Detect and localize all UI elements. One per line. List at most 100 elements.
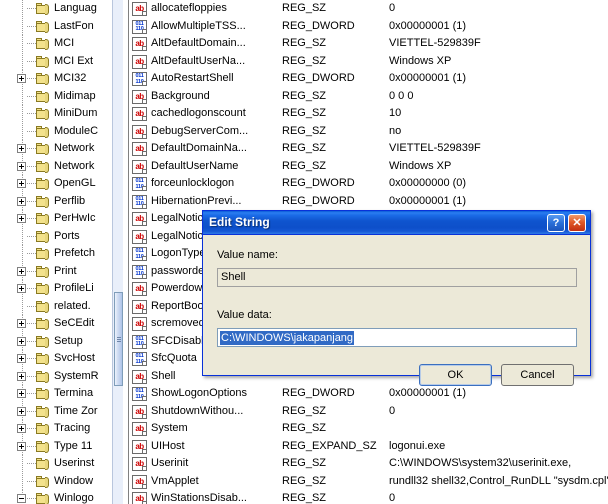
tree-item[interactable]: related. bbox=[0, 297, 112, 315]
tree-item[interactable]: Winlogo bbox=[0, 490, 112, 504]
tree-item[interactable]: ProfileLi bbox=[0, 280, 112, 298]
value-name-cell: allocatefloppies bbox=[151, 2, 227, 14]
table-row[interactable]: ab VmApplet REG_SZ rundll32 shell32,Control… bbox=[130, 473, 608, 491]
expand-icon[interactable] bbox=[17, 389, 26, 398]
expand-icon[interactable] bbox=[17, 161, 26, 171]
dword-value-icon: 011 110 bbox=[132, 19, 147, 34]
expand-icon[interactable] bbox=[17, 336, 26, 346]
table-row[interactable]: 011 110 forceunlocklogon REG_DWORD 0x0000000… bbox=[130, 175, 608, 193]
tree-item-label: Tracing bbox=[54, 422, 91, 434]
tree-item[interactable]: Setup bbox=[0, 332, 112, 350]
dialog-title-bar[interactable]: Edit String ? ✕ bbox=[203, 211, 590, 235]
tree-item[interactable]: Time Zor bbox=[0, 402, 112, 420]
collapse-icon[interactable] bbox=[17, 494, 26, 503]
string-value-icon: ab bbox=[132, 159, 147, 174]
string-value-icon: ab bbox=[132, 89, 147, 104]
tree-item[interactable]: MiniDum bbox=[0, 105, 112, 123]
value-name-cell: System bbox=[151, 422, 188, 434]
edit-string-dialog: Edit String ? ✕ Value name: Shell Value … bbox=[202, 210, 591, 386]
table-row[interactable]: 011 110 HibernationPrevi... REG_DWORD 0x0000… bbox=[130, 193, 608, 211]
table-row[interactable]: ab WinStationsDisab... REG_SZ 0 bbox=[130, 490, 608, 504]
table-row[interactable]: 011 110 AllowMultipleTSS... REG_DWORD 0x0000… bbox=[130, 18, 608, 36]
expand-icon[interactable] bbox=[17, 179, 26, 188]
cancel-button[interactable]: Cancel bbox=[501, 364, 574, 386]
table-row[interactable]: ab DebugServerCom... REG_SZ no bbox=[130, 123, 608, 141]
expand-icon[interactable] bbox=[17, 319, 26, 328]
value-type-cell: REG_SZ bbox=[282, 404, 327, 417]
table-row[interactable]: 011 110 AutoRestartShell REG_DWORD 0x0000000… bbox=[130, 70, 608, 88]
tree-item-label: MCI bbox=[54, 37, 75, 49]
value-name-cell: Shell bbox=[151, 369, 176, 382]
expand-icon[interactable] bbox=[17, 424, 26, 433]
tree-item[interactable]: MCI bbox=[0, 35, 112, 53]
tree-vertical-scrollbar[interactable] bbox=[112, 0, 123, 504]
tree-item[interactable]: Network bbox=[0, 157, 112, 175]
expand-icon[interactable] bbox=[17, 441, 26, 451]
value-data-input[interactable]: C:\WINDOWS\jakapanjang bbox=[217, 328, 577, 347]
expand-icon[interactable] bbox=[17, 196, 26, 206]
tree-item[interactable]: Languag bbox=[0, 0, 112, 18]
table-row[interactable]: 011 110 ShowLogonOptions REG_DWORD 0x0000000… bbox=[130, 385, 608, 403]
tree-item[interactable]: ModuleC bbox=[0, 122, 112, 140]
string-value-icon: ab bbox=[132, 317, 147, 331]
dword-value-icon: 011 110 bbox=[132, 177, 147, 191]
expand-icon[interactable] bbox=[17, 214, 26, 223]
folder-icon bbox=[36, 195, 50, 208]
expand-icon[interactable] bbox=[17, 144, 26, 153]
tree-item[interactable]: Tracing bbox=[0, 420, 112, 438]
value-data-cell: 0x00000001 (1) bbox=[389, 19, 467, 32]
tree-item[interactable]: Termina bbox=[0, 385, 112, 403]
table-row[interactable]: ab allocatefloppies REG_SZ 0 bbox=[130, 0, 608, 18]
folder-icon bbox=[36, 458, 50, 470]
tree-item-label: Ports bbox=[54, 229, 80, 242]
expand-icon[interactable] bbox=[17, 266, 26, 276]
tree-item[interactable]: Midimap bbox=[0, 87, 112, 105]
close-icon[interactable]: ✕ bbox=[568, 214, 586, 232]
tree-item-label: SvcHost bbox=[54, 352, 95, 364]
tree-scrollbar-thumb[interactable] bbox=[114, 292, 123, 386]
table-row[interactable]: ab Userinit REG_SZ C:\WINDOWS\system32\user… bbox=[130, 455, 608, 473]
expand-icon[interactable] bbox=[17, 354, 26, 363]
folder-icon bbox=[36, 318, 50, 330]
table-row[interactable]: ab DefaultUserName REG_SZ Windows XP bbox=[130, 158, 608, 176]
tree-item[interactable]: MCI Ext bbox=[0, 52, 112, 70]
tree-item[interactable]: MCI32 bbox=[0, 70, 112, 88]
table-row[interactable]: ab System REG_SZ bbox=[130, 420, 608, 438]
expand-icon[interactable] bbox=[17, 406, 26, 416]
value-name-input[interactable]: Shell bbox=[217, 268, 577, 287]
table-row[interactable]: ab cachedlogonscount REG_SZ 10 bbox=[130, 105, 608, 123]
tree-item[interactable]: Prefetch bbox=[0, 245, 112, 263]
tree-item[interactable]: Userinst bbox=[0, 455, 112, 473]
expand-icon[interactable] bbox=[17, 74, 26, 83]
value-data-cell: 0x00000001 (1) bbox=[389, 387, 467, 399]
tree-item[interactable]: Ports bbox=[0, 227, 112, 245]
help-icon[interactable]: ? bbox=[547, 214, 565, 232]
table-row[interactable]: ab AltDefaultUserNa... REG_SZ Windows XP bbox=[130, 53, 608, 71]
tree-item[interactable]: Type 11 bbox=[0, 437, 112, 455]
folder-icon bbox=[36, 125, 50, 138]
tree-item[interactable]: SystemR bbox=[0, 367, 112, 385]
expand-icon[interactable] bbox=[17, 371, 26, 381]
pane-splitter[interactable] bbox=[123, 0, 130, 504]
table-row[interactable]: ab ShutdownWithou... REG_SZ 0 bbox=[130, 403, 608, 421]
table-row[interactable]: ab DefaultDomainNa... REG_SZ VIETTEL-529839… bbox=[130, 140, 608, 158]
tree-item[interactable]: SvcHost bbox=[0, 350, 112, 368]
tree-item[interactable]: PerHwIc bbox=[0, 210, 112, 228]
tree-item[interactable]: LastFon bbox=[0, 17, 112, 35]
value-type-cell: REG_SZ bbox=[282, 142, 327, 154]
tree-item-label: SystemR bbox=[54, 369, 99, 382]
tree-item[interactable]: Window bbox=[0, 472, 112, 490]
table-row[interactable]: ab Background REG_SZ 0 0 0 bbox=[130, 88, 608, 106]
tree-guide-line bbox=[22, 35, 23, 53]
tree-item[interactable]: Network bbox=[0, 140, 112, 158]
ok-button[interactable]: OK bbox=[419, 364, 492, 386]
tree-item[interactable]: Perflib bbox=[0, 192, 112, 210]
tree-item[interactable]: OpenGL bbox=[0, 175, 112, 193]
table-row[interactable]: ab UIHost REG_EXPAND_SZ logonui.exe bbox=[130, 438, 608, 456]
table-row[interactable]: ab AltDefaultDomain... REG_SZ VIETTEL-52983… bbox=[130, 35, 608, 53]
tree-item[interactable]: SeCEdit bbox=[0, 315, 112, 333]
registry-key-tree[interactable]: Languag LastFon MCI MCI Ext MCI32 Midimap Mini… bbox=[0, 0, 112, 504]
tree-item-label: Type 11 bbox=[54, 439, 93, 452]
expand-icon[interactable] bbox=[17, 284, 26, 293]
tree-item[interactable]: Print bbox=[0, 262, 112, 280]
